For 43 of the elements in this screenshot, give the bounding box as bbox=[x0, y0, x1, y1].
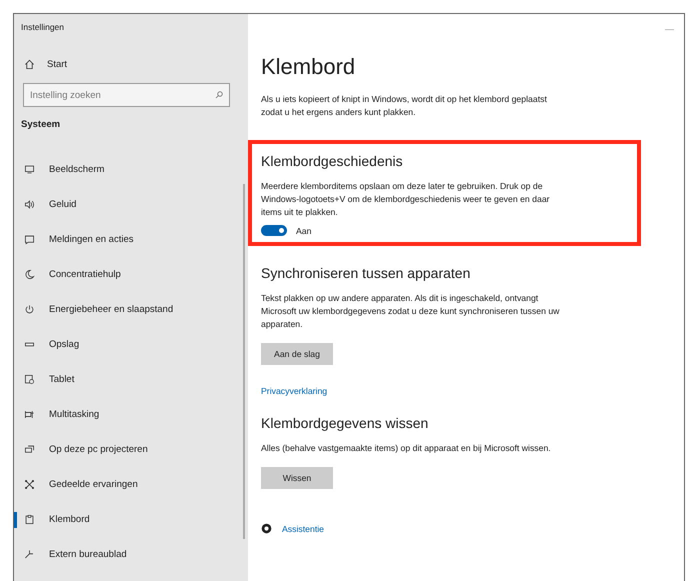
nav-item[interactable]: Tablet bbox=[14, 362, 248, 397]
power-icon bbox=[24, 304, 35, 315]
section-heading: Klembordgegevens wissen bbox=[261, 414, 428, 432]
message-icon bbox=[24, 234, 35, 245]
nav-item[interactable]: Multitasking bbox=[14, 397, 248, 432]
multitasking-icon bbox=[24, 409, 35, 420]
nav-item[interactable]: Meldingen en acties bbox=[14, 222, 248, 257]
start-nav-item[interactable]: Start bbox=[24, 59, 68, 70]
section-description: Meerdere klemborditems opslaan om deze later te gebruiken. Druk op de Windows-logotoets+V om de klembordgeschiedenis weer te geven en daar items uit te plakken. bbox=[261, 180, 551, 219]
section-description: Tekst plakken op uw andere apparaten. Als dit is ingeschakeld, ontvangt Microsoft uw klembordgegevens zodat u deze kunt synchroniseren tussen uw apparaten. bbox=[261, 292, 560, 331]
section-heading: Synchroniseren tussen apparaten bbox=[261, 264, 470, 282]
toggle-label: Aan bbox=[296, 226, 312, 236]
toggle-switch[interactable] bbox=[261, 225, 287, 236]
nav-item[interactable]: Beeldscherm bbox=[14, 152, 248, 187]
action-button[interactable]: Aan de slag bbox=[261, 343, 333, 365]
home-icon bbox=[24, 59, 35, 70]
help-icon bbox=[261, 523, 272, 534]
projector-icon bbox=[24, 444, 35, 455]
nav-item[interactable]: Energiebeheer en slaapstand bbox=[14, 292, 248, 327]
window-title: Instellingen bbox=[21, 22, 64, 32]
page-title: Klembord bbox=[261, 53, 356, 81]
section-heading: Systeem bbox=[21, 119, 60, 130]
shared-icon bbox=[24, 479, 35, 490]
nav-item[interactable]: Opslag bbox=[14, 327, 248, 362]
privacy-link[interactable]: Privacyverklaring bbox=[261, 386, 328, 396]
section-heading: Klembordgeschiedenis bbox=[261, 152, 403, 170]
search-icon bbox=[215, 91, 223, 99]
nav-item[interactable]: Gedeelde ervaringen bbox=[14, 467, 248, 502]
action-button[interactable]: Wissen bbox=[261, 467, 333, 489]
monitor-icon bbox=[24, 164, 35, 175]
moon-icon bbox=[24, 269, 35, 280]
speaker-icon bbox=[24, 199, 35, 210]
nav-item[interactable]: Geluid bbox=[14, 187, 248, 222]
help-link[interactable]: Assistentie bbox=[282, 524, 324, 534]
remote-icon bbox=[24, 549, 35, 560]
section-description: Alles (behalve vastgemaakte items) op dit apparaat en bij Microsoft wissen. bbox=[261, 442, 552, 455]
tablet-icon bbox=[24, 374, 35, 385]
nav-item[interactable]: Extern bureaublad bbox=[14, 537, 248, 572]
intro-text: Als u iets kopieert of knipt in Windows, wordt dit op het klembord geplaatst zodat u het ergens anders kunt plakken. bbox=[261, 93, 548, 119]
nav-item[interactable]: Concentratiehulp bbox=[14, 257, 248, 292]
clipboard-icon bbox=[24, 514, 35, 525]
nav-item[interactable]: Op deze pc projecteren bbox=[14, 432, 248, 467]
search-field[interactable]: Instelling zoeken bbox=[23, 83, 230, 107]
